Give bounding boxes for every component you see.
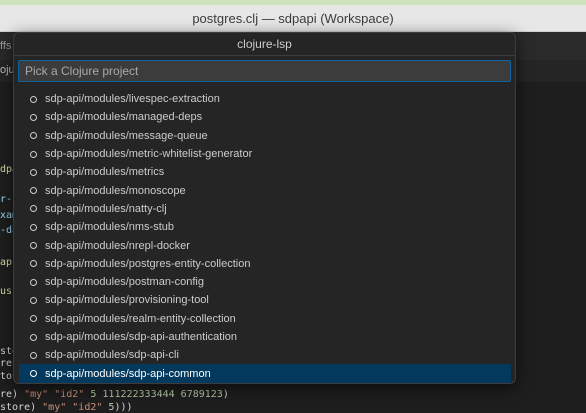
code-token: ))) [114,402,133,413]
project-list-item[interactable]: sdp-api/modules/metric-whitelist-generat… [19,145,511,163]
project-list-item[interactable]: sdp-api/modules/metrics [19,163,511,181]
radio-circle-icon [30,315,37,323]
project-list-item-label: sdp-api/modules/natty-clj [45,202,167,215]
radio-circle-icon [30,370,37,378]
radio-circle-icon [30,132,37,140]
code-token: store) [0,402,43,413]
project-list-item-label: sdp-api/modules/sdp-api-cli [45,349,179,362]
tab-fragment[interactable]: ffs [0,40,11,52]
project-list-item[interactable]: sdp-api/modules/postgres-entity-collecti… [19,255,511,273]
project-search-input[interactable] [18,60,511,82]
code-number: 5 111222333444 6789123 [90,389,223,400]
code-line: re) "my" "id2" 5 111222333444 6789123) [0,389,229,400]
project-list-item[interactable]: sdp-api/modules/monoscope [19,181,511,199]
radio-circle-icon [30,333,37,341]
radio-circle-icon [30,187,37,195]
project-list-item[interactable]: sdp-api/modules/natty-clj [19,200,511,218]
project-list-item-label: sdp-api/modules/realm-entity-collection [45,312,236,325]
code-token: ) [222,389,229,400]
radio-circle-icon [30,296,37,304]
project-list-item[interactable]: sdp-api/modules/nrepl-docker [19,236,511,254]
radio-circle-icon [30,278,37,286]
project-list-item-label: sdp-api/modules/monoscope [45,184,186,197]
project-list-item[interactable]: sdp-api/modules/sdp-api-authentication [19,328,511,346]
palette-input-wrap [14,56,515,86]
code-string: "id2" [72,402,103,413]
code-line: store) "my" "id2" 5))) [0,402,133,413]
radio-circle-icon [30,223,37,231]
project-list-item[interactable]: sdp-api/modules/sdp-api-cli [19,346,511,364]
project-list-item-label: sdp-api/modules/provisioning-tool [45,294,209,307]
code-token: re) [0,389,25,400]
project-list-item-label: sdp-api/modules/metrics [45,166,165,179]
project-list-item[interactable]: sdp-api/modules/managed-deps [19,108,511,126]
radio-circle-icon [30,242,37,250]
palette-title: clojure-lsp [14,33,515,56]
radio-circle-icon [30,168,37,176]
project-list-item[interactable]: sdp-api/modules/nms-stub [19,218,511,236]
project-list-item-label: sdp-api/modules/metric-whitelist-generat… [45,148,253,161]
radio-circle-icon [30,150,37,158]
project-list-item[interactable]: sdp-api/modules/postman-config [19,273,511,291]
radio-circle-icon [30,351,37,359]
project-list-item-label: sdp-api/modules/postgres-entity-collecti… [45,257,251,270]
project-list-item-label: sdp-api/modules/livespec-extraction [45,93,220,106]
project-list-item-label: sdp-api/modules/postman-config [45,276,204,289]
project-list-item[interactable]: sdp-api/modules/message-queue [19,127,511,145]
project-list-item-label: sdp-api/modules/sdp-api-authentication [45,331,238,343]
radio-circle-icon [30,95,37,103]
project-list-item[interactable]: sdp-api/modules/sdp-api-common [19,364,511,383]
project-list-item-label: sdp-api/modules/message-queue [45,129,208,142]
project-list-item[interactable]: sdp-api/modules/livespec-extraction [19,90,511,108]
project-list-item-label: sdp-api/modules/nms-stub [45,221,175,234]
code-string: "my" [24,389,49,400]
project-list-item[interactable]: sdp-api/modules/provisioning-tool [19,291,511,309]
radio-circle-icon [30,205,37,213]
radio-circle-icon [30,113,37,121]
window-titlebar: postgres.clj — sdpapi (Workspace) [0,5,586,32]
project-list-item-label: sdp-api/modules/sdp-api-common [45,367,211,380]
project-list-item[interactable]: sdp-api/modules/realm-entity-collection [19,310,511,328]
code-string: "id2" [54,389,85,400]
window-title: postgres.clj — sdpapi (Workspace) [192,10,394,26]
project-list: sdp-api/modules/livespec-extraction sdp-a… [19,90,511,383]
project-list-item-label: sdp-api/modules/nrepl-docker [45,239,190,252]
code-string: "my" [42,402,67,413]
code-fragment: ap [0,257,13,268]
quick-pick-palette: clojure-lsp sdp-api/modules/livespec-ext… [13,32,516,384]
project-list-item-label: sdp-api/modules/managed-deps [45,111,203,124]
radio-circle-icon [30,260,37,268]
